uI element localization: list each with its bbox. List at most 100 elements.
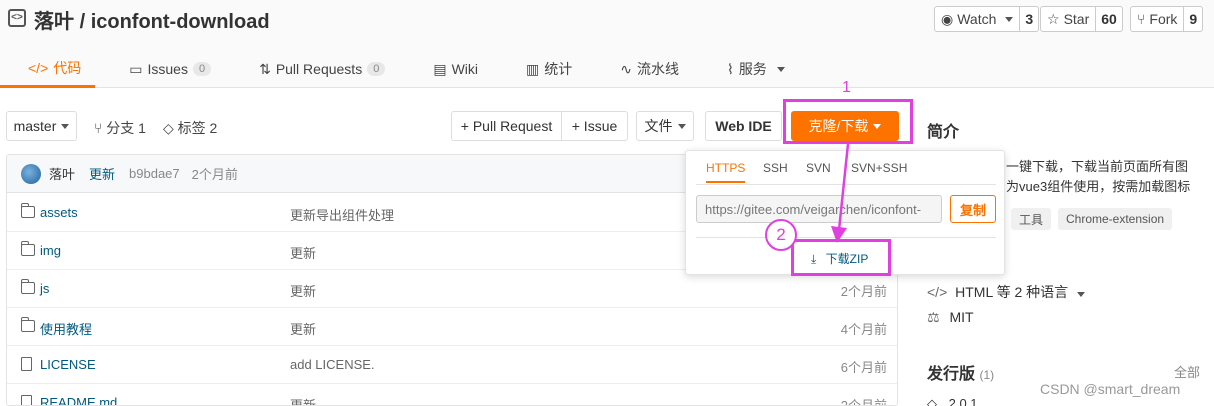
repo-tabs: </> 代码 ▭ Issues 0 ⇅ Pull Requests 0 ▤ Wiki ▥ 统计… — [0, 50, 785, 88]
tab-https[interactable]: HTTPS — [706, 161, 746, 183]
tab-issues[interactable]: ▭ Issues 0 — [129, 50, 212, 88]
releases-count: (1) — [979, 368, 995, 382]
file-commit-message[interactable]: 更新 — [290, 395, 316, 405]
file-name[interactable]: js — [40, 281, 49, 296]
scale-icon: ⚖ — [927, 309, 940, 325]
watch-label: Watch — [957, 11, 997, 27]
chevron-down-icon — [776, 66, 785, 72]
file-name[interactable]: 使用教程 — [40, 319, 92, 338]
table-row[interactable]: LICENSE add LICENSE. 6个月前 — [7, 346, 897, 384]
release-item[interactable]: ◇ 2.0.1 — [927, 396, 978, 406]
tab-wiki-label: Wiki — [451, 61, 478, 77]
pull-requests-count-badge: 0 — [367, 62, 386, 76]
tab-service-label: 服务 — [738, 61, 767, 77]
file-time: 2个月前 — [840, 284, 887, 299]
tags-link[interactable]: ◇ 标签 2 — [163, 118, 217, 138]
annotation-arrow — [831, 143, 850, 243]
release-version: 2.0.1 — [948, 396, 978, 406]
file-commit-message[interactable]: 更新 — [290, 319, 316, 338]
commit-time: 2个月前 — [191, 167, 238, 182]
file-name[interactable]: img — [40, 243, 61, 258]
issues-count-badge: 0 — [192, 62, 212, 76]
table-row[interactable]: README.md 更新 2个月前 — [7, 384, 897, 406]
folder-icon — [20, 203, 35, 218]
tab-pull-requests-label: Pull Requests — [275, 61, 363, 77]
tag-icon: ◇ — [927, 396, 937, 406]
annotation-number-1: 1 — [842, 79, 851, 96]
tab-pipeline-label: 流水线 — [636, 61, 679, 77]
tab-ssh[interactable]: SSH — [763, 161, 788, 183]
star-icon: ☆ — [1047, 10, 1060, 27]
intro-text-line2: 为vue3组件使用，按需加载图标 — [1006, 179, 1191, 194]
file-name[interactable]: assets — [40, 205, 78, 220]
table-row[interactable]: 使用教程 更新 4个月前 — [7, 308, 897, 346]
file-time: 4个月前 — [840, 322, 887, 337]
file-time: 6个月前 — [840, 360, 887, 375]
tags-label: 标签 2 — [177, 120, 218, 136]
repo-separator: / — [79, 11, 86, 33]
file-name[interactable]: README.md — [40, 395, 117, 405]
intro-text-line1: 一键下载，下载当前页面所有图 — [1006, 159, 1189, 174]
repo-owner[interactable]: 落叶 — [34, 11, 74, 33]
code-repo-icon: <> — [8, 9, 26, 27]
language-summary[interactable]: </> HTML 等 2 种语言 — [927, 282, 1086, 302]
topic-tag[interactable]: Chrome-extension — [1058, 208, 1173, 230]
fork-button[interactable]: ⑂ Fork 9 — [1130, 6, 1204, 32]
code-icon: </> — [927, 284, 948, 300]
file-commit-message[interactable]: 更新导出组件处理 — [290, 205, 394, 224]
file-time: 2个月前 — [840, 398, 887, 406]
commit-message[interactable]: 更新 — [89, 164, 115, 183]
file-commit-message[interactable]: add LICENSE. — [290, 357, 375, 372]
commit-hash[interactable]: b9bdae7 — [129, 166, 180, 181]
star-label: Star — [1063, 11, 1090, 27]
file-menu-label: 文件 — [644, 118, 673, 134]
new-issue-button[interactable]: + Issue — [561, 111, 628, 141]
license-link[interactable]: ⚖ MIT — [927, 309, 974, 326]
tab-pipeline[interactable]: ∿ 流水线 — [620, 50, 679, 88]
repo-name[interactable]: iconfont-download — [91, 11, 270, 33]
license-label: MIT — [949, 309, 974, 325]
copy-button[interactable]: 复制 — [950, 195, 996, 223]
branch-select[interactable]: master — [6, 111, 77, 141]
fork-count[interactable]: 9 — [1183, 7, 1202, 31]
web-ide-button[interactable]: Web IDE — [705, 111, 782, 141]
folder-icon — [20, 279, 35, 294]
watermark: CSDN @smart_dream — [1040, 381, 1181, 397]
watch-button[interactable]: ◉ Watch 3 — [934, 6, 1040, 32]
star-button[interactable]: ☆ Star 60 — [1040, 6, 1123, 32]
fork-label: Fork — [1149, 11, 1178, 27]
code-icon: </> — [28, 59, 49, 76]
tab-pull-requests[interactable]: ⇅ Pull Requests 0 — [259, 50, 386, 88]
file-icon — [21, 357, 32, 371]
annotation-number-2: 2 — [765, 219, 797, 251]
tab-code-label: 代码 — [53, 59, 82, 76]
file-name[interactable]: LICENSE — [40, 357, 96, 372]
tab-wiki[interactable]: ▤ Wiki — [433, 50, 478, 88]
file-icon — [21, 395, 32, 405]
clone-url-input[interactable] — [696, 195, 942, 223]
file-commit-message[interactable]: 更新 — [290, 243, 316, 262]
annotation-box-1 — [783, 99, 913, 144]
chevron-down-icon — [61, 123, 70, 129]
tab-issues-label: Issues — [147, 61, 188, 77]
releases-label: 发行版 — [927, 366, 976, 383]
releases-all-link[interactable]: 全部 — [1174, 362, 1200, 381]
branches-link[interactable]: ⑂ 分支 1 — [94, 118, 146, 138]
fork-icon: ⑂ — [1137, 11, 1146, 27]
new-pull-request-button[interactable]: + Pull Request — [451, 111, 562, 141]
avatar[interactable] — [21, 163, 41, 184]
file-commit-message[interactable]: 更新 — [290, 281, 316, 300]
table-row[interactable]: js 更新 2个月前 — [7, 270, 897, 308]
topic-tag[interactable]: 工具 — [1011, 208, 1052, 230]
tab-service[interactable]: ⌇ 服务 — [727, 50, 785, 88]
pipeline-icon: ∿ — [620, 60, 632, 77]
tab-stats[interactable]: ▥ 统计 — [526, 50, 572, 88]
chevron-down-icon — [1077, 292, 1086, 297]
watch-count[interactable]: 3 — [1019, 7, 1038, 31]
file-menu-button[interactable]: 文件 — [636, 111, 694, 141]
tab-stats-label: 统计 — [544, 61, 573, 77]
tab-code[interactable]: </> 代码 — [0, 50, 96, 88]
chevron-down-icon — [677, 123, 686, 129]
commit-author[interactable]: 落叶 — [49, 164, 75, 183]
star-count[interactable]: 60 — [1095, 7, 1122, 31]
